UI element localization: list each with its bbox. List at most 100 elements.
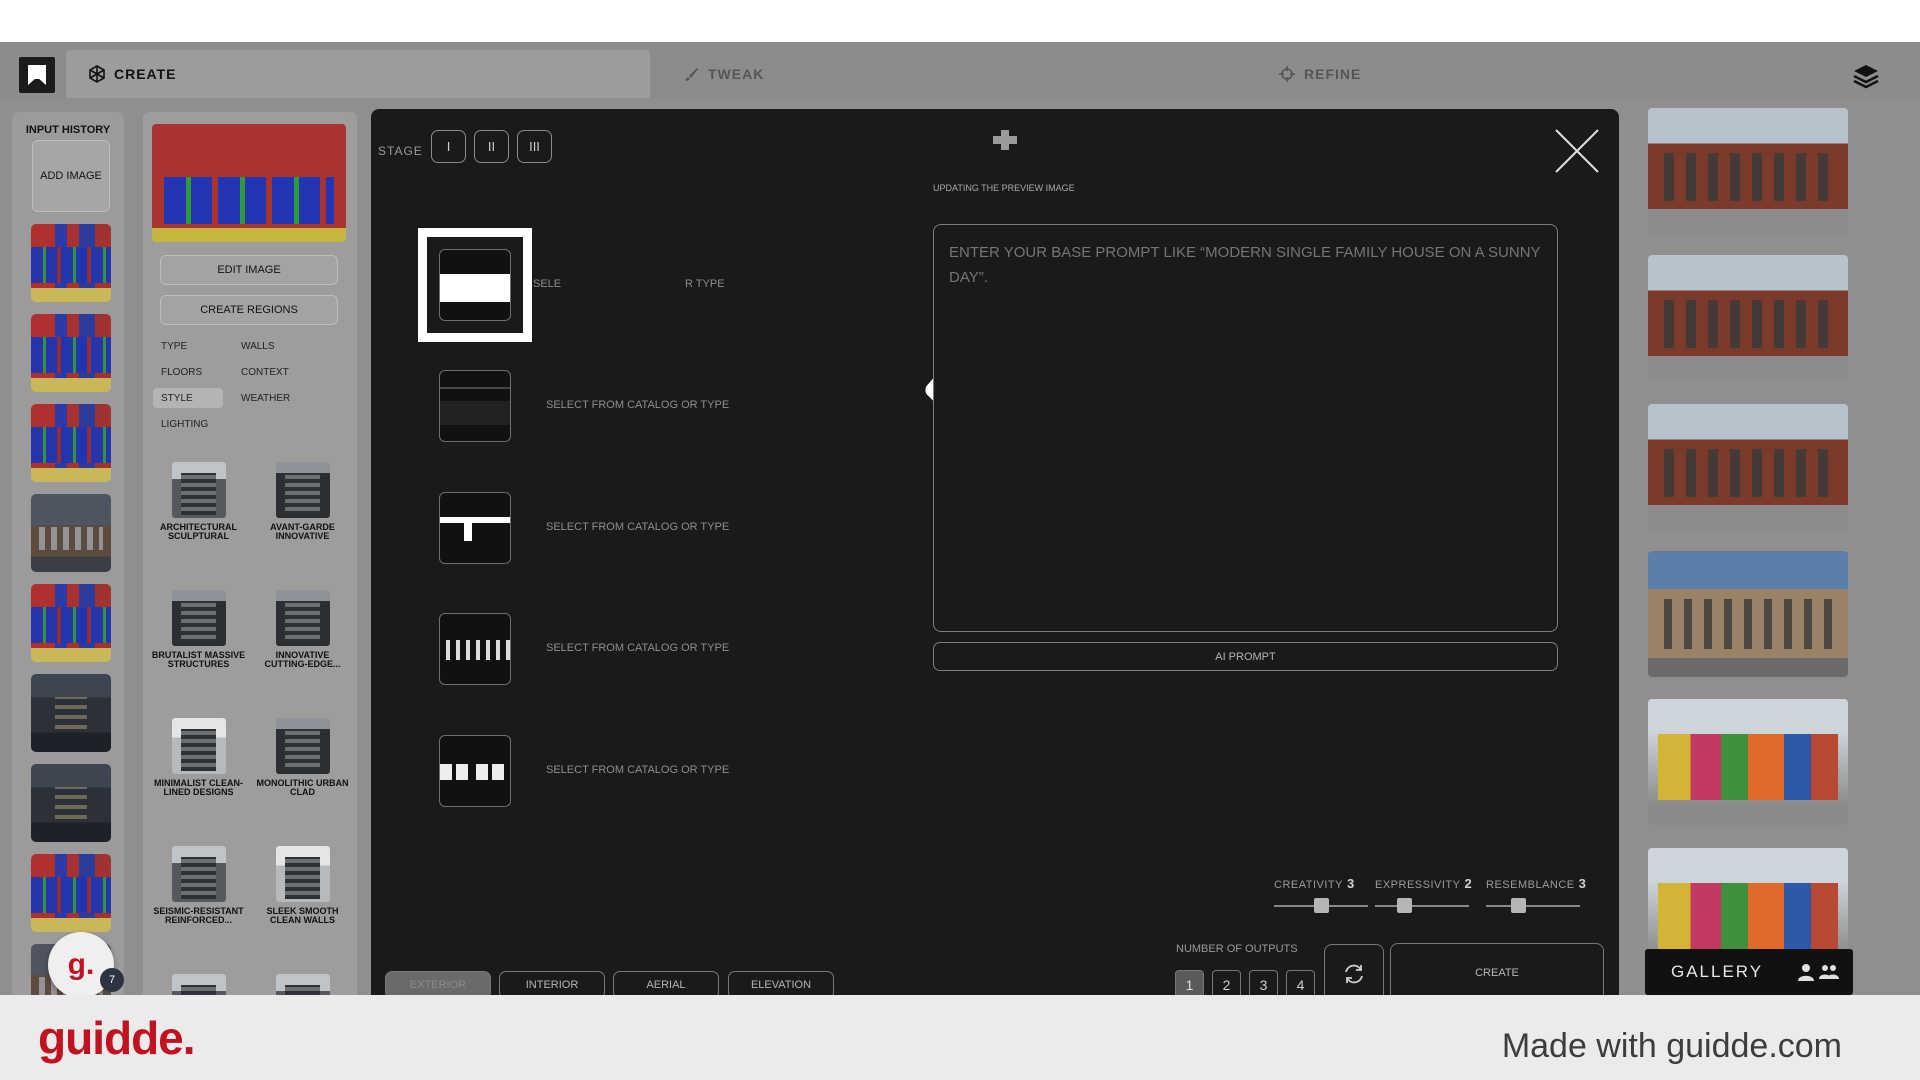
app-window: CREATE TWEAK REFINE INPUT HISTORY ADD IM… <box>0 42 1920 995</box>
app-logo-icon[interactable] <box>19 57 55 93</box>
style-card[interactable] <box>255 974 350 995</box>
expressivity-track[interactable] <box>1375 898 1469 913</box>
creativity-track[interactable] <box>1274 898 1368 913</box>
refresh-icon <box>1345 964 1363 984</box>
style-thumbnail <box>171 462 226 518</box>
edit-image-button[interactable]: EDIT IMAGE <box>160 255 338 285</box>
gallery-image[interactable] <box>1648 551 1848 677</box>
gallery-image[interactable] <box>1648 255 1848 381</box>
chip-style[interactable]: STYLE <box>153 388 223 408</box>
style-thumbnail <box>275 462 330 518</box>
chip-context[interactable]: CONTEXT <box>233 362 297 382</box>
outputs-4-button[interactable]: 4 <box>1286 970 1315 995</box>
option-hint: SELECT FROM CATALOG OR TYPE <box>546 642 730 654</box>
crosshair-icon <box>1279 66 1295 82</box>
create-button[interactable]: CREATE <box>1390 943 1604 995</box>
current-input-image <box>152 124 346 242</box>
expressivity-label: EXPRESSIVITY 2 <box>1375 876 1473 891</box>
tab-tweak[interactable]: TWEAK <box>682 50 1242 98</box>
style-label: INNOVATIVE CUTTING-EDGE... <box>264 650 341 669</box>
resemblance-track[interactable] <box>1486 898 1580 913</box>
style-card[interactable]: MONOLITHIC URBAN CLAD <box>255 718 350 797</box>
ai-prompt-button[interactable]: AI PROMPT <box>933 642 1558 671</box>
chip-weather[interactable]: WEATHER <box>233 388 298 408</box>
style-label: SEISMIC-RESISTANT REINFORCED... <box>153 906 244 925</box>
style-thumbnail <box>171 974 226 995</box>
catalog-option-row[interactable]: SELECT FROM CATALOG OR TYPE <box>439 492 759 564</box>
style-thumbnail <box>171 846 226 902</box>
team-icon <box>1819 965 1839 979</box>
tab-create[interactable]: CREATE <box>66 50 650 98</box>
style-thumbnail <box>275 846 330 902</box>
gallery-button[interactable]: GALLERY <box>1645 949 1853 995</box>
stage-2-button[interactable]: II <box>474 130 509 163</box>
style-thumbnail <box>275 974 330 995</box>
outputs-2-button[interactable]: 2 <box>1212 970 1241 995</box>
style-card[interactable]: INNOVATIVE CUTTING-EDGE... <box>255 590 350 669</box>
gallery-image[interactable] <box>1648 404 1848 530</box>
chip-walls[interactable]: WALLS <box>233 336 283 356</box>
expressivity-slider[interactable]: EXPRESSIVITY 2 <box>1375 876 1473 913</box>
number-of-outputs-label: NUMBER OF OUTPUTS <box>1176 943 1298 955</box>
base-prompt-input[interactable] <box>933 224 1558 632</box>
history-thumb[interactable] <box>31 404 111 482</box>
outputs-1-button[interactable]: 1 <box>1175 970 1204 995</box>
catalog-option-row[interactable]: SELECT FROM CATALOG OR TYPE <box>439 735 759 807</box>
mode-interior-tab[interactable]: INTERIOR <box>499 971 605 995</box>
guidde-logo: guidde. <box>38 1012 196 1064</box>
create-regions-button[interactable]: CREATE REGIONS <box>160 295 338 325</box>
style-card[interactable]: MINIMALIST CLEAN-LINED DESIGNS <box>151 718 246 797</box>
expressivity-knob[interactable] <box>1397 898 1412 913</box>
chip-floors[interactable]: FLOORS <box>153 362 210 382</box>
history-thumb[interactable] <box>31 764 111 842</box>
footer-bar: guidde. Made with guidde.com <box>0 995 1920 1080</box>
style-card[interactable]: ARCHITECTURAL SCULPTURAL <box>151 462 246 541</box>
style-thumbnail <box>275 718 330 774</box>
style-card[interactable]: BRUTALIST MASSIVE STRUCTURES <box>151 590 246 669</box>
gallery-image[interactable] <box>1648 699 1848 825</box>
mode-aerial-tab[interactable]: AERIAL <box>613 971 719 995</box>
option-thumbnail <box>439 492 511 564</box>
style-card[interactable]: SEISMIC-RESISTANT REINFORCED... <box>151 846 246 925</box>
chip-type[interactable]: TYPE <box>153 336 195 356</box>
highlight-box <box>418 228 532 342</box>
option-hint-right: R TYPE <box>685 278 725 290</box>
tab-refine[interactable]: REFINE <box>1278 50 1838 98</box>
style-label: AVANT-GARDE INNOVATIVE <box>270 522 335 541</box>
option-hint-left: SELE <box>533 278 562 290</box>
input-history-title: INPUT HISTORY <box>25 124 111 136</box>
history-thumb[interactable] <box>31 494 111 572</box>
mode-exterior-tab[interactable]: EXTERIOR <box>385 971 491 995</box>
style-label: BRUTALIST MASSIVE STRUCTURES <box>151 650 246 669</box>
style-card[interactable]: SLEEK SMOOTH CLEAN WALLS <box>255 846 350 925</box>
history-thumb[interactable] <box>31 224 111 302</box>
refresh-button[interactable] <box>1324 944 1384 995</box>
mode-elevation-tab[interactable]: ELEVATION <box>728 971 834 995</box>
catalog-option-row[interactable]: SELECT FROM CATALOG OR TYPE <box>439 613 759 685</box>
style-catalog-modal: STAGE I II III UPDATING THE PREVIEW IMAG… <box>371 109 1619 995</box>
gallery-image[interactable] <box>1648 108 1848 234</box>
creativity-slider[interactable]: CREATIVITY 3 <box>1274 876 1368 913</box>
stage-3-button[interactable]: III <box>517 130 552 163</box>
history-thumb[interactable] <box>31 314 111 392</box>
chip-lighting[interactable]: LIGHTING <box>153 414 216 434</box>
history-thumb[interactable] <box>31 674 111 752</box>
catalog-option-row[interactable]: SELECT FROM CATALOG OR TYPE <box>439 370 759 442</box>
stage-1-button[interactable]: I <box>431 130 466 163</box>
close-icon[interactable] <box>1554 128 1600 174</box>
input-history-panel: INPUT HISTORY ADD IMAGE <box>12 112 124 995</box>
add-image-button[interactable]: ADD IMAGE <box>32 140 110 212</box>
resemblance-slider[interactable]: RESEMBLANCE 3 <box>1486 876 1586 913</box>
style-label: MINIMALIST CLEAN-LINED DESIGNS <box>154 778 243 797</box>
outputs-3-button[interactable]: 3 <box>1249 970 1278 995</box>
history-thumb[interactable] <box>31 584 111 662</box>
tab-tweak-label: TWEAK <box>708 66 765 82</box>
history-thumb[interactable] <box>31 854 111 932</box>
layers-icon[interactable] <box>1852 62 1880 90</box>
style-card[interactable]: AVANT-GARDE INNOVATIVE <box>255 462 350 541</box>
creativity-knob[interactable] <box>1314 898 1329 913</box>
resemblance-knob[interactable] <box>1511 898 1526 913</box>
move-handle-icon[interactable] <box>991 128 1019 152</box>
option-thumbnail <box>439 735 511 807</box>
style-card[interactable] <box>151 974 246 995</box>
